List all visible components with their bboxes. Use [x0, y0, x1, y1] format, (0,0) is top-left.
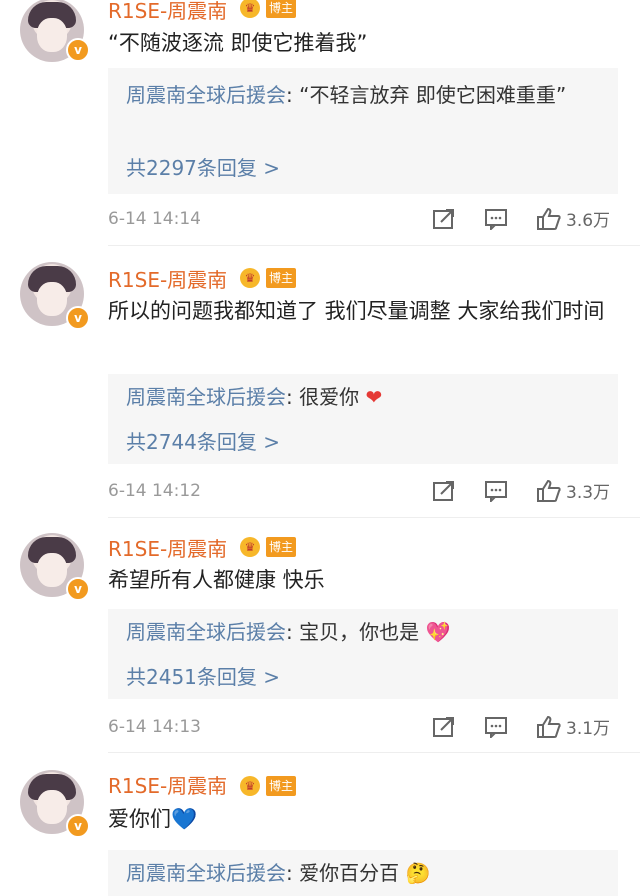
share-icon[interactable]	[432, 716, 456, 738]
reply-count-link[interactable]: 共2297条回复 >	[126, 152, 280, 181]
reply-preview: 周震南全球后援会: 很爱你 ❤	[126, 380, 596, 414]
crown-icon: ♛	[240, 268, 260, 288]
comment-author[interactable]: R1SE-周震南	[108, 264, 227, 293]
verified-badge-icon: v	[66, 814, 90, 838]
comment-text: “不随波逐流 即使它推着我”	[108, 31, 368, 55]
comment-item: v R1SE-周震南 ♛ 博主 所以的问题我都知道了 我们尽量调整 大家给我们时…	[0, 262, 640, 518]
reply-box[interactable]: 周震南全球后援会: 宝贝，你也是 💖 共2451条回复 >	[108, 609, 618, 699]
like-icon	[537, 715, 561, 738]
comment-icon[interactable]	[484, 208, 508, 230]
reply-box[interactable]: 周震南全球后援会: 爱你百分百 🤔	[108, 850, 618, 896]
comment-author[interactable]: R1SE-周震南	[108, 0, 227, 24]
comment-text-body: 爱你们	[108, 807, 171, 831]
crown-icon: ♛	[240, 537, 260, 557]
share-icon[interactable]	[432, 208, 456, 230]
comment-item: v R1SE-周震南 ♛ 博主 “不随波逐流 即使它推着我” 周震南全球后援会:…	[0, 0, 640, 246]
divider	[108, 517, 640, 518]
reply-author[interactable]: 周震南全球后援会	[126, 385, 286, 409]
reply-separator: :	[286, 620, 300, 644]
verified-badge-icon: v	[66, 306, 90, 330]
divider	[108, 752, 640, 753]
comment-text: 爱你们💙	[108, 802, 624, 836]
reply-separator: :	[286, 385, 300, 409]
reply-separator: :	[286, 83, 300, 107]
crown-icon: ♛	[240, 0, 260, 18]
like-button[interactable]: 3.1万	[536, 714, 610, 739]
blogger-badge: 博主	[266, 268, 296, 288]
comment-text: 希望所有人都健康 快乐	[108, 568, 325, 592]
comment-icon[interactable]	[484, 716, 508, 738]
crown-icon: ♛	[240, 776, 260, 796]
verified-badge-icon: v	[66, 38, 90, 62]
blue-heart-emoji-icon: 💙	[171, 807, 198, 831]
comment-time: 6-14 14:13	[108, 717, 201, 737]
reply-separator: :	[286, 861, 300, 885]
comment-author[interactable]: R1SE-周震南	[108, 770, 227, 799]
comment-item: v R1SE-周震南 ♛ 博主 爱你们💙 周震南全球后援会: 爱你百分百 🤔	[0, 770, 640, 896]
comment-author[interactable]: R1SE-周震南	[108, 533, 227, 562]
like-icon	[537, 479, 561, 502]
comment-item: v R1SE-周震南 ♛ 博主 希望所有人都健康 快乐 周震南全球后援会: 宝贝…	[0, 533, 640, 753]
reply-count-link[interactable]: 共2451条回复 >	[126, 661, 280, 690]
reply-author[interactable]: 周震南全球后援会	[126, 83, 286, 107]
blogger-badge: 博主	[266, 776, 296, 796]
like-button[interactable]: 3.6万	[536, 206, 610, 231]
like-count: 3.3万	[566, 483, 611, 503]
like-count: 3.6万	[566, 211, 611, 231]
like-button[interactable]: 3.3万	[536, 478, 610, 503]
reply-preview: 周震南全球后援会: “不轻言放弃 即使它困难重重”	[126, 78, 596, 112]
comment-icon[interactable]	[484, 480, 508, 502]
heart-emoji-icon: 💖	[425, 620, 451, 644]
reply-author[interactable]: 周震南全球后援会	[126, 620, 286, 644]
reply-text: 宝贝，你也是	[299, 620, 420, 644]
reply-author[interactable]: 周震南全球后援会	[126, 861, 286, 885]
verified-badge-icon: v	[66, 577, 90, 601]
thinking-emoji-icon: 🤔	[405, 861, 431, 885]
reply-text: 很爱你	[299, 385, 360, 409]
comment-text: 所以的问题我都知道了 我们尽量调整 大家给我们时间	[108, 299, 605, 323]
reply-count-link[interactable]: 共2744条回复 >	[126, 426, 280, 455]
like-icon	[537, 207, 561, 230]
heart-emoji-icon: ❤	[365, 385, 383, 409]
blogger-badge: 博主	[266, 0, 296, 18]
like-count: 3.1万	[566, 719, 611, 739]
comment-time: 6-14 14:12	[108, 481, 201, 501]
reply-preview: 周震南全球后援会: 宝贝，你也是 💖	[126, 615, 596, 649]
comment-time: 6-14 14:14	[108, 209, 201, 229]
divider	[108, 245, 640, 246]
reply-text: 爱你百分百	[299, 861, 400, 885]
reply-preview: 周震南全球后援会: 爱你百分百 🤔	[126, 856, 596, 890]
reply-box[interactable]: 周震南全球后援会: 很爱你 ❤ 共2744条回复 >	[108, 374, 618, 464]
share-icon[interactable]	[432, 480, 456, 502]
reply-box[interactable]: 周震南全球后援会: “不轻言放弃 即使它困难重重” 共2297条回复 >	[108, 68, 618, 194]
blogger-badge: 博主	[266, 537, 296, 557]
reply-text: “不轻言放弃 即使它困难重重”	[299, 83, 567, 107]
